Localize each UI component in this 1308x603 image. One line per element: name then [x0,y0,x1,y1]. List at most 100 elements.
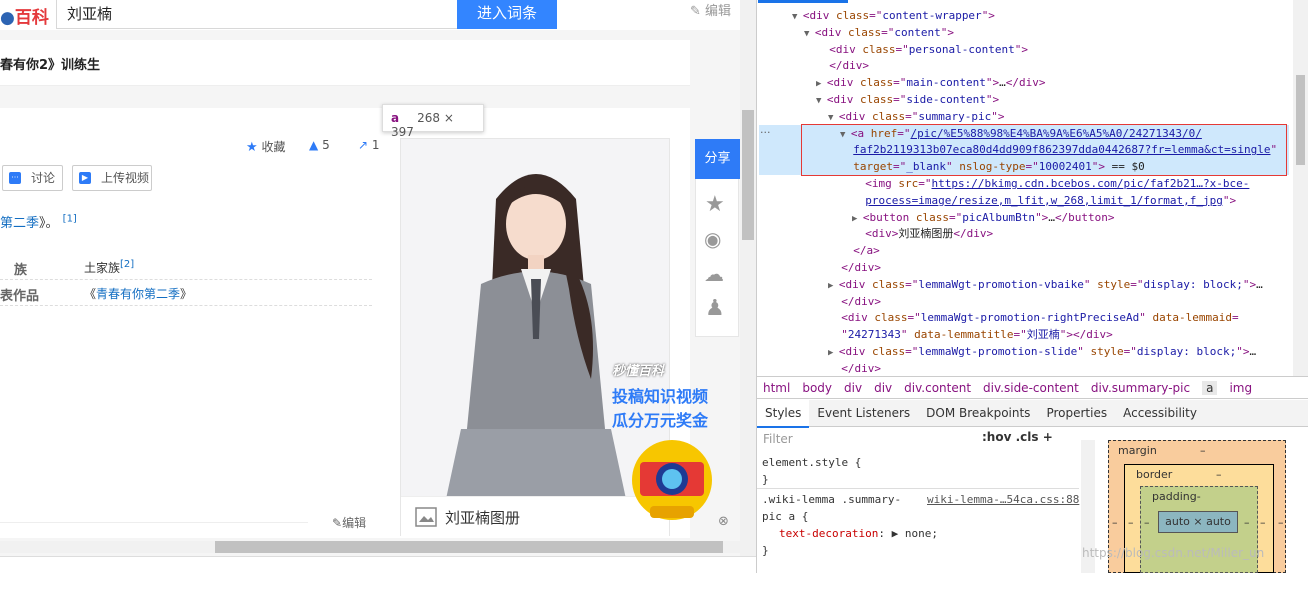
expand-arrow-icon[interactable]: ▶ [828,281,839,291]
share-arrow-icon: ↗ [358,138,369,152]
breadcrumb-item[interactable]: div [874,381,892,395]
vertical-scrollbar[interactable] [740,0,756,556]
info-value-ethnicity: 土家族[2] [84,259,135,275]
baike-logo[interactable]: ●百科 [0,3,49,28]
promo-line-1: 投稿知识视频 [612,387,709,406]
expand-arrow-icon[interactable]: ▶ [852,214,863,224]
works-link[interactable]: 青春有你第二季 [96,287,180,301]
dom-node-line[interactable]: <div class="personal-content"> [816,42,1028,59]
dom-tree[interactable]: ▼ <div class="content-wrapper"> ▼ <div cl… [757,0,1292,376]
dom-node-line[interactable]: ▼ <div class="content-wrapper"> [792,8,995,26]
dom-node-line[interactable]: ▶ <button class="picAlbumBtn">…</button> [852,210,1115,228]
dom-node-line[interactable]: ▼ <div class="content"> [804,25,954,43]
element-style-rule[interactable]: element.style { [762,455,861,472]
dom-node-line[interactable]: <div class="lemmaWgt-promotion-rightPrec… [828,310,1238,327]
edit-link[interactable]: ✎ 编辑 [690,0,731,19]
vertical-scroll-thumb[interactable] [742,110,754,240]
ref-1[interactable]: [1] [63,214,77,225]
breadcrumb-item[interactable]: a [1202,381,1218,395]
enter-lemma-button[interactable]: 进入词条 [457,0,557,29]
css-declaration[interactable]: text-decoration: ▶ none; [779,526,938,543]
breadcrumb-item[interactable]: div.content [904,381,971,395]
dom-node-line[interactable]: </div> [816,58,869,75]
dom-tree-scrollbar[interactable] [1293,0,1308,376]
share-count-button[interactable]: ↗ 1 [358,138,380,152]
dom-node-line[interactable]: </div> [828,260,881,277]
promo-line-2: 瓜分万元奖金 [612,411,709,430]
plus-icon[interactable]: + [1043,430,1053,444]
breadcrumb-item[interactable]: div.side-content [983,381,1079,395]
expand-arrow-icon[interactable]: ▶ [816,79,827,89]
margin-label: margin [1118,444,1157,457]
dom-node-line[interactable]: ▶ <div class="lemmaWgt-promotion-vbaike"… [828,277,1263,295]
styles-filter-input[interactable]: Filter [757,428,977,450]
dom-node-line[interactable]: ▼ <div class="side-content"> [816,92,999,110]
devtools-tab-dom-breakpoints[interactable]: DOM Breakpoints [918,400,1038,426]
breadcrumb-item[interactable]: div.summary-pic [1091,381,1190,395]
collapse-arrow-icon[interactable]: ▼ [804,29,815,39]
border-left-value: – [1128,516,1134,529]
edit-link-bottom[interactable]: ✎编辑 [332,514,366,531]
expand-arrow-icon[interactable]: ▶ [828,348,839,358]
dom-tree-scroll-thumb[interactable] [1296,75,1305,165]
page-bottom-strip [0,556,756,573]
devtools-subtabs: Styles Event Listeners DOM Breakpoints Prop… [757,400,1308,428]
summary-link[interactable]: 第二季 [0,216,39,231]
collapse-arrow-icon[interactable]: ▼ [816,96,827,106]
lemma-title-bar [0,40,690,86]
like-button[interactable]: ▲ 5 [309,138,330,152]
dom-node-line[interactable]: process=image/resize,m_lfit,w_268,limit_… [852,193,1236,210]
weibo-icon[interactable]: ◉ [704,227,721,251]
dom-node-line[interactable]: </div> [828,361,881,376]
close-promo-icon[interactable]: ⊗ [718,514,729,529]
search-input[interactable]: 刘亚楠 [56,0,458,29]
dom-node-line[interactable]: ▶ <div class="main-content">…</div> [816,75,1045,93]
dom-node-line[interactable]: "24271343" data-lemmatitle="刘亚楠"></div> [828,327,1112,344]
info-label-works: 表作品 [0,289,40,304]
devtools-tab-accessibility[interactable]: Accessibility [1115,400,1205,426]
horizontal-scroll-thumb[interactable] [215,541,723,553]
ref-2[interactable]: [2] [120,259,134,270]
upload-video-button[interactable]: ▶ 上传视频 [72,165,152,191]
margin-top-value: – [1200,444,1206,457]
breadcrumb-item[interactable]: div [844,381,862,395]
wechat-icon[interactable]: ☁ [704,262,724,286]
collect-button[interactable]: ★ 收藏 [246,138,286,155]
devtools-tab-event-listeners[interactable]: Event Listeners [809,400,918,426]
discuss-button[interactable]: ··· 讨论 [2,165,63,191]
star-icon: ★ [246,140,258,155]
collapse-arrow-icon[interactable]: ▼ [792,12,803,22]
share-button[interactable]: 分享 [695,139,740,179]
play-icon: ▶ [79,172,91,184]
info-divider [0,279,372,280]
margin-left-value: – [1112,516,1118,529]
pencil-icon: ✎ [332,516,343,530]
qq-icon[interactable]: ♟ [705,296,725,321]
info-label-ethnicity: 族 [14,263,28,278]
padding-label: padding- [1152,490,1201,503]
dom-node-line[interactable]: </a> [840,243,880,260]
summary-text: 第二季》。 [1] [0,213,77,231]
breadcrumb-item[interactable]: html [763,381,790,395]
qzone-star-icon[interactable]: ★ [705,192,725,217]
collapse-arrow-icon[interactable]: ▼ [828,113,839,123]
border-top-value: – [1216,468,1222,481]
dom-node-line[interactable]: </div> [828,294,881,311]
rule-close-2: } [762,544,769,557]
picture-icon [415,507,437,527]
devtools-tab-styles[interactable]: Styles [757,400,810,428]
camera-mascot-icon [632,440,712,520]
breadcrumb-item[interactable]: body [802,381,832,395]
border-right-value: – [1260,516,1266,529]
info-value-works: 《青春有你第二季》 [84,287,193,301]
rule-source-link[interactable]: wiki-lemma-…54ca.css:88 [927,492,1079,509]
dom-node-line[interactable]: ▶ <div class="lemmaWgt-promotion-slide" … [828,344,1256,362]
breadcrumb-item[interactable]: img [1229,381,1252,395]
album-label: 刘亚楠图册 [445,509,521,527]
devtools-tab-properties[interactable]: Properties [1038,400,1115,426]
dom-node-line[interactable]: <img src="https://bkimg.cdn.bcebos.com/p… [852,176,1249,193]
rule-selector[interactable]: .wiki-lemma .summary- [762,492,901,509]
dom-node-line[interactable]: <div>刘亚楠图册</div> [852,226,993,243]
promo-banner[interactable]: 秒懂百科 投稿知识视频 瓜分万元奖金 [612,360,732,431]
hov-cls-toggle[interactable]: :hov .cls + [982,430,1053,444]
